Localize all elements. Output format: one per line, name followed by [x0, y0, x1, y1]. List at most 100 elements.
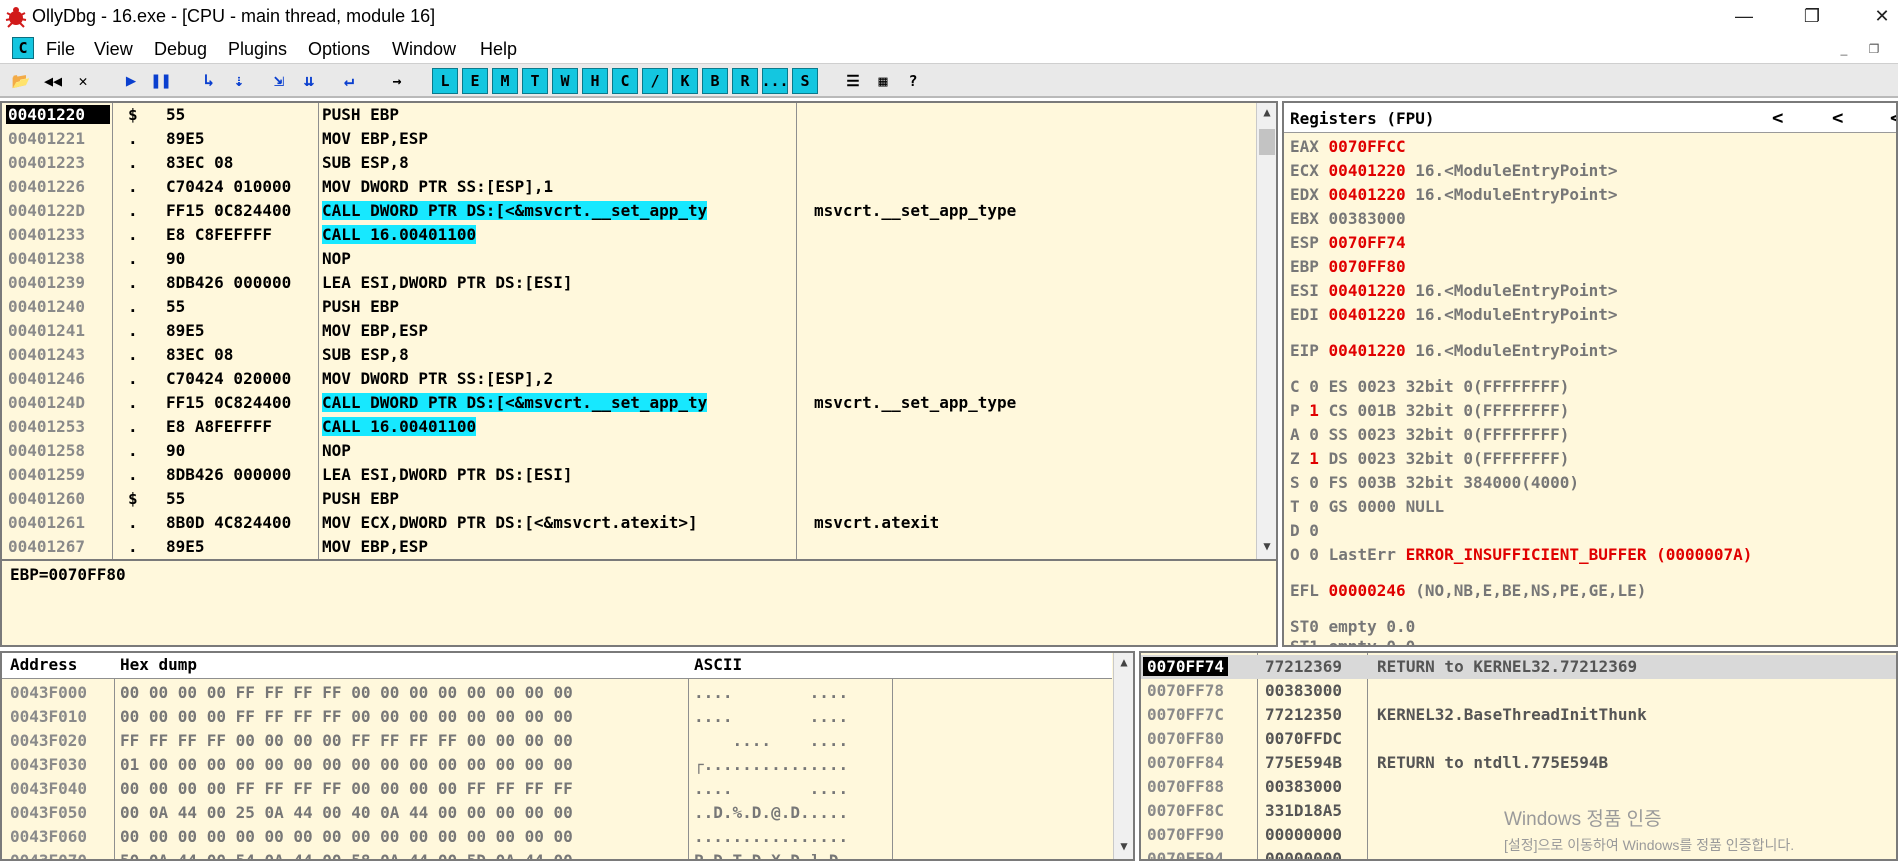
menu-options[interactable]: Options [308, 39, 370, 60]
list-icon[interactable]: ☰ [840, 68, 866, 94]
stack-row[interactable]: 0070FF84 775E594B RETURN to ntdll.775E594B [1141, 751, 1896, 775]
mdi-minimize-button[interactable]: _ [1834, 40, 1854, 58]
disassembly-row[interactable]: 00401223. 83EC 08 SUB ESP,8 [2, 151, 1258, 175]
column-header-address[interactable]: Address [10, 655, 77, 674]
register-esi[interactable]: ESI 00401220 16.<ModuleEntryPoint> [1290, 281, 1618, 305]
run-trace-window-button[interactable]: ... [761, 68, 789, 94]
run-icon[interactable]: ▶ [118, 68, 144, 94]
disassembly-row[interactable]: 00401261. 8B0D 4C824400 MOV ECX,DWORD PTR … [2, 511, 1258, 535]
register-eax[interactable]: EAX 0070FFCC [1290, 137, 1406, 161]
column-header-hex[interactable]: Hex dump [120, 655, 197, 674]
dump-row[interactable]: 0043F070 50 0A 44 00 54 0A 44 00 58 0A 44… [2, 849, 1112, 859]
dump-row[interactable]: 0043F060 00 00 00 00 00 00 00 00 00 00 00… [2, 825, 1112, 849]
disassembly-row[interactable]: 00401220 $55 PUSH EBP [2, 103, 1258, 127]
menu-plugins[interactable]: Plugins [228, 39, 287, 60]
register-edi[interactable]: EDI 00401220 16.<ModuleEntryPoint> [1290, 305, 1618, 329]
registers-prev-icon[interactable]: < [1832, 107, 1843, 129]
flag-c[interactable]: C 0 ES 0023 32bit 0(FFFFFFFF) [1290, 377, 1569, 401]
pause-icon[interactable]: ❚❚ [148, 68, 174, 94]
disassembly-row[interactable]: 00401246. C70424 020000 MOV DWORD PTR SS:[… [2, 367, 1258, 391]
cpu-window-icon[interactable]: C [12, 37, 34, 59]
menu-help[interactable]: Help [480, 39, 517, 60]
disassembly-row[interactable]: 00401239. 8DB426 000000 LEA ESI,DWORD PTR … [2, 271, 1258, 295]
menu-debug[interactable]: Debug [154, 39, 207, 60]
flag-t[interactable]: T 0 GS 0000 NULL [1290, 497, 1444, 521]
fpu-st1[interactable]: ST1 empty 0.0 [1290, 637, 1415, 645]
register-ebp[interactable]: EBP 0070FF80 [1290, 257, 1406, 281]
flag-p[interactable]: P 1 CS 001B 32bit 0(FFFFFFFF) [1290, 401, 1569, 425]
trace-over-icon[interactable]: ⇊ [296, 68, 322, 94]
disassembly-row[interactable]: 00401267. 89E5 MOV EBP,ESP [2, 535, 1258, 559]
disassembly-row[interactable]: 00401259. 8DB426 000000 LEA ESI,DWORD PTR … [2, 463, 1258, 487]
dump-row[interactable]: 0043F000 00 00 00 00 FF FF FF FF 00 00 00… [2, 681, 1112, 705]
references-window-button[interactable]: R [732, 68, 758, 94]
go-to-icon[interactable]: → [384, 68, 410, 94]
menu-view[interactable]: View [94, 39, 133, 60]
flag-o[interactable]: O 0 LastErr ERROR_INSUFFICIENT_BUFFER (0… [1290, 545, 1752, 569]
log-window-button[interactable]: L [432, 68, 458, 94]
register-ebx[interactable]: EBX 00383000 [1290, 209, 1406, 233]
help-icon[interactable]: ? [900, 68, 926, 94]
flag-d[interactable]: D 0 [1290, 521, 1319, 545]
open-folder-icon[interactable]: 📂 [8, 68, 34, 94]
dump-row[interactable]: 0043F050 00 0A 44 00 25 0A 44 00 40 0A 44… [2, 801, 1112, 825]
dump-row[interactable]: 0043F020 FF FF FF FF 00 00 00 00 FF FF FF… [2, 729, 1112, 753]
scroll-down-icon[interactable]: ▼ [1114, 839, 1133, 857]
stack-row[interactable]: 0070FF74 77212369 RETURN to KERNEL32.77212… [1141, 655, 1896, 679]
memory-window-button[interactable]: M [492, 68, 518, 94]
dump-row[interactable]: 0043F010 00 00 00 00 FF FF FF FF 00 00 00… [2, 705, 1112, 729]
disassembly-row[interactable]: 00401258. 90 NOP [2, 439, 1258, 463]
mdi-restore-button[interactable]: ❐ [1864, 40, 1884, 58]
flag-s[interactable]: S 0 FS 003B 32bit 384000(4000) [1290, 473, 1579, 497]
stack-row[interactable]: 0070FF78 00383000 [1141, 679, 1896, 703]
menu-window[interactable]: Window [392, 39, 456, 60]
memory-dump-pane[interactable]: Address Hex dump ASCII 0043F000 00 00 00 … [0, 651, 1135, 861]
patches-window-button[interactable]: / [642, 68, 668, 94]
scroll-thumb[interactable] [1259, 129, 1275, 155]
windows-window-button[interactable]: W [552, 68, 578, 94]
menu-file[interactable]: File [46, 39, 75, 60]
register-eip[interactable]: EIP 00401220 16.<ModuleEntryPoint> [1290, 341, 1618, 365]
registers-pane[interactable]: Registers (FPU) < < < EAX 0070FFCC ECX 0… [1282, 101, 1898, 647]
register-efl[interactable]: EFL 00000246 (NO,NB,E,BE,NS,PE,GE,LE) [1290, 581, 1646, 605]
disassembly-row[interactable]: 00401221. 89E5 MOV EBP,ESP [2, 127, 1258, 151]
disassembly-row[interactable]: 00401241. 89E5 MOV EBP,ESP [2, 319, 1258, 343]
breakpoints-window-button[interactable]: B [702, 68, 728, 94]
disassembly-row[interactable]: 00401253. E8 A8FEFFFF CALL 16.00401100 [2, 415, 1258, 439]
disassembly-row[interactable]: 00401226. C70424 010000 MOV DWORD PTR SS:[… [2, 175, 1258, 199]
dump-row[interactable]: 0043F030 01 00 00 00 00 00 00 00 00 00 00… [2, 753, 1112, 777]
execute-till-return-icon[interactable]: ↵ [336, 68, 362, 94]
restore-button[interactable]: ❐ [1782, 0, 1842, 32]
minimize-button[interactable]: — [1714, 0, 1774, 32]
disassembly-row[interactable]: 00401240. 55 PUSH EBP [2, 295, 1258, 319]
disassembly-row[interactable]: 00401260 $55 PUSH EBP [2, 487, 1258, 511]
cpu-window-button[interactable]: C [612, 68, 638, 94]
trace-into-icon[interactable]: ⇲ [266, 68, 292, 94]
disassembly-row[interactable]: 00401233. E8 C8FEFFFF CALL 16.00401100 [2, 223, 1258, 247]
handles-window-button[interactable]: H [582, 68, 608, 94]
flag-z[interactable]: Z 1 DS 0023 32bit 0(FFFFFFFF) [1290, 449, 1569, 473]
register-ecx[interactable]: ECX 00401220 16.<ModuleEntryPoint> [1290, 161, 1618, 185]
threads-window-button[interactable]: T [522, 68, 548, 94]
close-program-icon[interactable]: ✕ [70, 68, 96, 94]
step-over-icon[interactable]: ⇣ [226, 68, 252, 94]
disassembly-row[interactable]: 00401238. 90 NOP [2, 247, 1258, 271]
call-stack-window-button[interactable]: K [672, 68, 698, 94]
stack-row[interactable]: 0070FF80 0070FFDC [1141, 727, 1896, 751]
disassembly-row[interactable]: 0040124D. FF15 0C824400 CALL DWORD PTR DS:… [2, 391, 1258, 415]
registers-prev-icon[interactable]: < [1890, 107, 1896, 129]
disassembly-row[interactable]: 0040122D. FF15 0C824400 CALL DWORD PTR DS:… [2, 199, 1258, 223]
registers-prev-icon[interactable]: < [1772, 107, 1783, 129]
disassembly-scrollbar[interactable]: ▲ ▼ [1256, 103, 1276, 559]
dump-row[interactable]: 0043F040 00 00 00 00 FF FF FF FF 00 00 00… [2, 777, 1112, 801]
disassembly-pane[interactable]: 00401220 $55 PUSH EBP 00401221. 89E5 MOV EBP,… [0, 101, 1278, 561]
stack-row[interactable]: 0070FF7C 77212350 KERNEL32.BaseThreadInitT… [1141, 703, 1896, 727]
scroll-down-icon[interactable]: ▼ [1257, 539, 1276, 557]
source-window-button[interactable]: S [792, 68, 818, 94]
flag-a[interactable]: A 0 SS 0023 32bit 0(FFFFFFFF) [1290, 425, 1569, 449]
close-window-button[interactable]: ✕ [1852, 0, 1898, 32]
column-header-ascii[interactable]: ASCII [694, 655, 742, 674]
register-edx[interactable]: EDX 00401220 16.<ModuleEntryPoint> [1290, 185, 1618, 209]
dump-scrollbar[interactable]: ▲ ▼ [1113, 653, 1133, 859]
step-into-icon[interactable]: ↳ [196, 68, 222, 94]
